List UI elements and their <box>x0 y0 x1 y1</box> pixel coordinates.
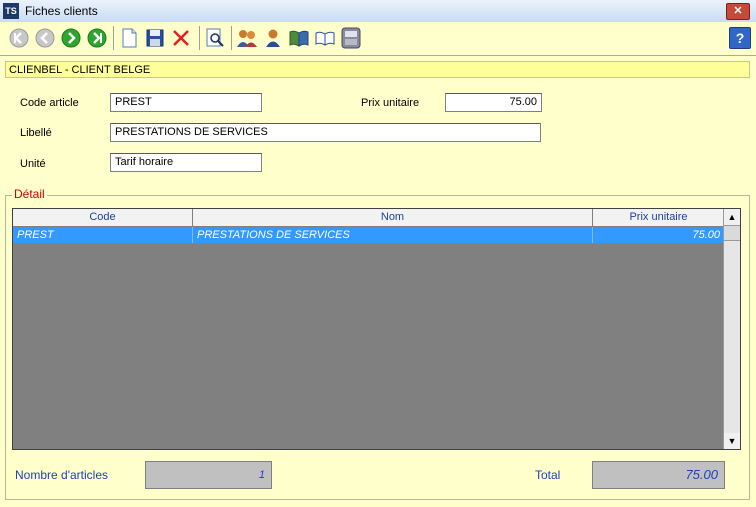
libelle-field[interactable]: PRESTATIONS DE SERVICES <box>110 123 541 142</box>
scroll-up-arrow[interactable]: ▲ <box>724 209 740 225</box>
detail-legend: Détail <box>12 187 47 201</box>
first-icon <box>9 28 29 48</box>
column-header-prix[interactable]: Prix unitaire <box>593 209 725 226</box>
open-book-icon <box>315 31 335 46</box>
search-icon <box>206 28 224 47</box>
open-book-button[interactable] <box>314 27 336 49</box>
calc-icon <box>341 27 361 49</box>
new-icon <box>122 28 137 48</box>
book-button[interactable] <box>288 27 310 49</box>
toolbar: ? <box>0 22 756 56</box>
close-icon: ✕ <box>733 5 743 17</box>
first-record-button[interactable] <box>8 27 30 49</box>
code-article-field[interactable]: PREST <box>110 93 262 112</box>
grid-header: Code Nom Prix unitaire <box>13 209 725 227</box>
scroll-thumb[interactable] <box>724 225 740 241</box>
count-label: Nombre d'articles <box>15 468 108 482</box>
detail-grid: Code Nom Prix unitaire PREST PRESTATIONS… <box>12 208 741 450</box>
total-value: 75.00 <box>592 461 725 489</box>
unite-field[interactable]: Tarif horaire <box>110 153 262 172</box>
code-article-label: Code article <box>20 97 79 109</box>
book-icon <box>289 30 309 47</box>
last-icon <box>87 28 107 48</box>
unite-label: Unité <box>20 158 46 170</box>
contact-icon <box>266 29 280 47</box>
column-header-nom[interactable]: Nom <box>193 209 593 226</box>
save-icon <box>146 29 164 47</box>
last-record-button[interactable] <box>86 27 108 49</box>
cell-code: PREST <box>13 227 193 243</box>
vertical-scrollbar[interactable]: ▲ ▼ <box>723 209 740 449</box>
app-icon: TS <box>3 3 19 19</box>
prix-unitaire-label: Prix unitaire <box>361 97 420 109</box>
help-button[interactable]: ? <box>729 27 751 49</box>
count-value: 1 <box>145 461 272 489</box>
total-label: Total <box>535 468 561 482</box>
cell-prix: 75.00 <box>593 227 725 243</box>
toolbar-separator <box>113 26 114 50</box>
clients-button[interactable] <box>236 27 258 49</box>
window-title: Fiches clients <box>25 4 98 18</box>
title-bar: TS Fiches clients ✕ <box>0 0 756 23</box>
contact-button[interactable] <box>262 27 284 49</box>
search-button[interactable] <box>204 27 226 49</box>
client-bar: CLIENBEL - CLIENT BELGE <box>5 61 750 78</box>
next-icon <box>61 28 81 48</box>
new-button[interactable] <box>118 27 140 49</box>
delete-button[interactable] <box>170 27 192 49</box>
toolbar-separator <box>231 26 232 50</box>
prev-record-button[interactable] <box>34 27 56 49</box>
next-record-button[interactable] <box>60 27 82 49</box>
close-button[interactable]: ✕ <box>726 3 750 20</box>
delete-icon <box>173 30 189 46</box>
prev-icon <box>35 28 55 48</box>
table-row[interactable]: PREST PRESTATIONS DE SERVICES 75.00 <box>13 227 725 243</box>
cell-nom: PRESTATIONS DE SERVICES <box>193 227 593 243</box>
save-button[interactable] <box>144 27 166 49</box>
clients-icon <box>237 30 257 47</box>
toolbar-separator <box>199 26 200 50</box>
scroll-down-arrow[interactable]: ▼ <box>724 433 740 449</box>
column-header-code[interactable]: Code <box>13 209 193 226</box>
calculator-button[interactable] <box>340 27 362 49</box>
prix-unitaire-field[interactable]: 75.00 <box>445 93 542 112</box>
libelle-label: Libellé <box>20 127 52 139</box>
